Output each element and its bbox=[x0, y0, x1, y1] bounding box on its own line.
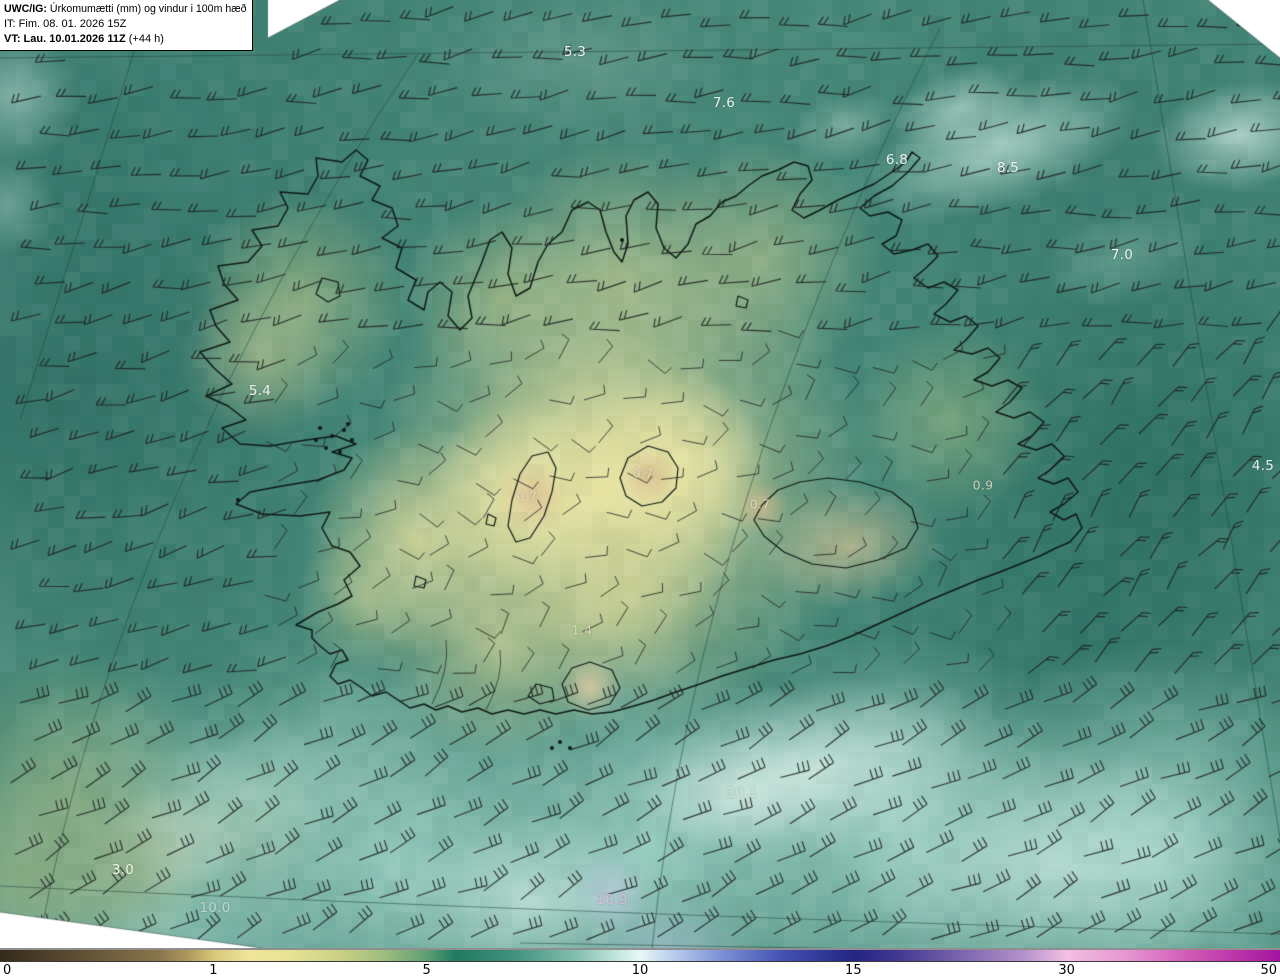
map-title: Úrkomumætti (mm) og vindur i 100m hæð bbox=[47, 3, 247, 15]
colorbar-tick: 50 bbox=[1260, 963, 1277, 978]
lead-time: (+44 h) bbox=[126, 33, 164, 45]
colorbar-tick: 0 bbox=[3, 963, 11, 978]
colorbar-tick: 15 bbox=[845, 963, 862, 978]
colorbar-tick: 1 bbox=[209, 963, 217, 978]
colorbar-tick: 5 bbox=[423, 963, 431, 978]
map-title-box: UWC/IG: Úrkomumætti (mm) og vindur i 100… bbox=[0, 0, 253, 51]
precipitation-wind-map-canvas bbox=[0, 0, 1280, 948]
valid-time: VT: Lau. 10.01.2026 11Z bbox=[4, 33, 126, 45]
colorbar: 01510153050 bbox=[0, 948, 1280, 978]
weather-forecast-chart: 5.37.66.88.57.05.44.50.70.70.70.91.410.1… bbox=[0, 0, 1280, 978]
colorbar-tick-labels: 01510153050 bbox=[0, 963, 1280, 978]
valid-time-line: VT: Lau. 10.01.2026 11Z (+44 h) bbox=[4, 32, 247, 47]
title-line: UWC/IG: Úrkomumætti (mm) og vindur i 100… bbox=[4, 2, 247, 17]
init-time: IT: Fim. 08. 01. 2026 15Z bbox=[4, 17, 247, 32]
map-area: 5.37.66.88.57.05.44.50.70.70.70.91.410.1… bbox=[0, 0, 1280, 948]
colorbar-tick: 10 bbox=[632, 963, 649, 978]
model-id: UWC/IG: bbox=[4, 3, 47, 15]
colorbar-gradient bbox=[0, 950, 1280, 962]
colorbar-tick: 30 bbox=[1058, 963, 1075, 978]
